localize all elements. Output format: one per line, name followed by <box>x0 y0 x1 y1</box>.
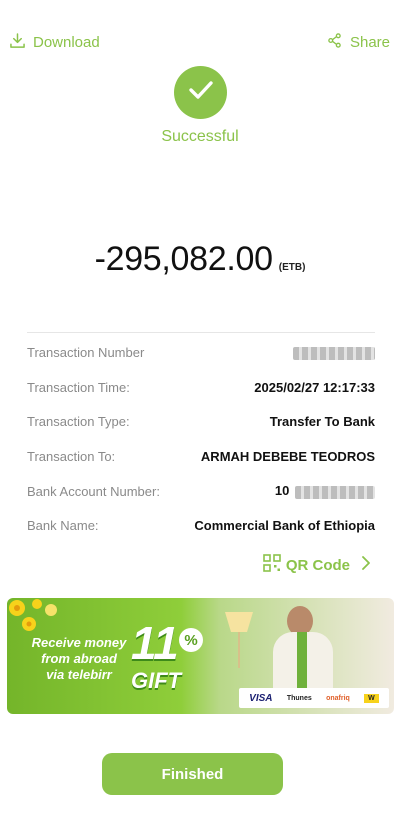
detail-label: Transaction Time: <box>27 379 130 395</box>
banner-text: Receive money from abroad via telebirr <box>23 635 135 683</box>
download-label: Download <box>33 34 100 51</box>
status-text: Successful <box>161 128 239 145</box>
detail-label: Bank Name: <box>27 517 99 533</box>
banner-line-2: from abroad <box>41 651 117 666</box>
share-button[interactable]: Share <box>327 33 390 52</box>
detail-value: ARMAH DEBEBE TEODROS <box>200 448 375 464</box>
banner-line-1: Receive money <box>31 635 127 650</box>
detail-label: Transaction Number <box>27 344 145 360</box>
detail-row-transaction-type: Transaction Type: Transfer To Bank <box>27 411 375 431</box>
partner-thunes: Thunes <box>286 694 312 702</box>
download-button[interactable]: Download <box>10 33 100 52</box>
qr-code-icon <box>263 554 281 576</box>
finished-button[interactable]: Finished <box>102 753 283 795</box>
divider <box>27 332 375 333</box>
person-illustration <box>269 606 339 692</box>
currency-code: (ETB) <box>278 262 306 273</box>
gift-number: 11 <box>131 617 179 669</box>
detail-label: Transaction To: <box>27 448 116 464</box>
detail-value: 2025/02/27 12:17:33 <box>254 379 375 395</box>
qr-code-label: QR Code <box>285 556 350 574</box>
detail-label: Bank Account Number: <box>27 483 160 499</box>
flowers-decoration <box>9 599 57 631</box>
detail-row-account-number: Bank Account Number: 10 <box>27 481 375 501</box>
detail-value: Transfer To Bank <box>269 413 375 429</box>
partner-onafriq: onafriq <box>326 694 350 702</box>
partner-logos: VISA Thunes onafriq W <box>239 688 389 708</box>
partner-visa: VISA <box>249 692 273 704</box>
detail-row-transaction-time: Transaction Time: 2025/02/27 12:17:33 <box>27 377 375 397</box>
lamp-decoration <box>225 612 253 668</box>
detail-value-masked <box>293 344 375 360</box>
qr-code-link[interactable]: QR Code <box>263 554 370 576</box>
download-icon <box>10 33 25 52</box>
partner-w: W <box>364 693 379 703</box>
account-prefix: 10 <box>274 483 290 499</box>
detail-row-transaction-number: Transaction Number <box>27 342 375 362</box>
promo-banner[interactable]: Receive money from abroad via telebirr 1… <box>7 598 394 714</box>
detail-label: Transaction Type: <box>27 413 130 429</box>
amount-value: -295,082.00 <box>94 240 274 278</box>
amount-display: -295,082.00 (ETB) <box>0 240 400 279</box>
success-check-circle <box>174 66 227 119</box>
detail-row-transaction-to: Transaction To: ARMAH DEBEBE TEODROS <box>27 446 375 466</box>
share-icon <box>327 33 342 52</box>
detail-value: Commercial Bank of Ethiopia <box>194 517 375 533</box>
share-label: Share <box>349 34 390 51</box>
chevron-right-icon <box>361 556 370 574</box>
top-bar: Download Share <box>0 30 400 56</box>
gift-percent: % <box>179 628 203 652</box>
detail-row-bank-name: Bank Name: Commercial Bank of Ethiopia <box>27 515 375 535</box>
detail-value-masked: 10 <box>274 483 375 499</box>
check-icon <box>188 80 214 105</box>
gift-badge: 11 % GIFT <box>127 616 207 702</box>
gift-word: GIFT <box>131 668 182 693</box>
banner-line-3: via telebirr <box>46 667 112 682</box>
